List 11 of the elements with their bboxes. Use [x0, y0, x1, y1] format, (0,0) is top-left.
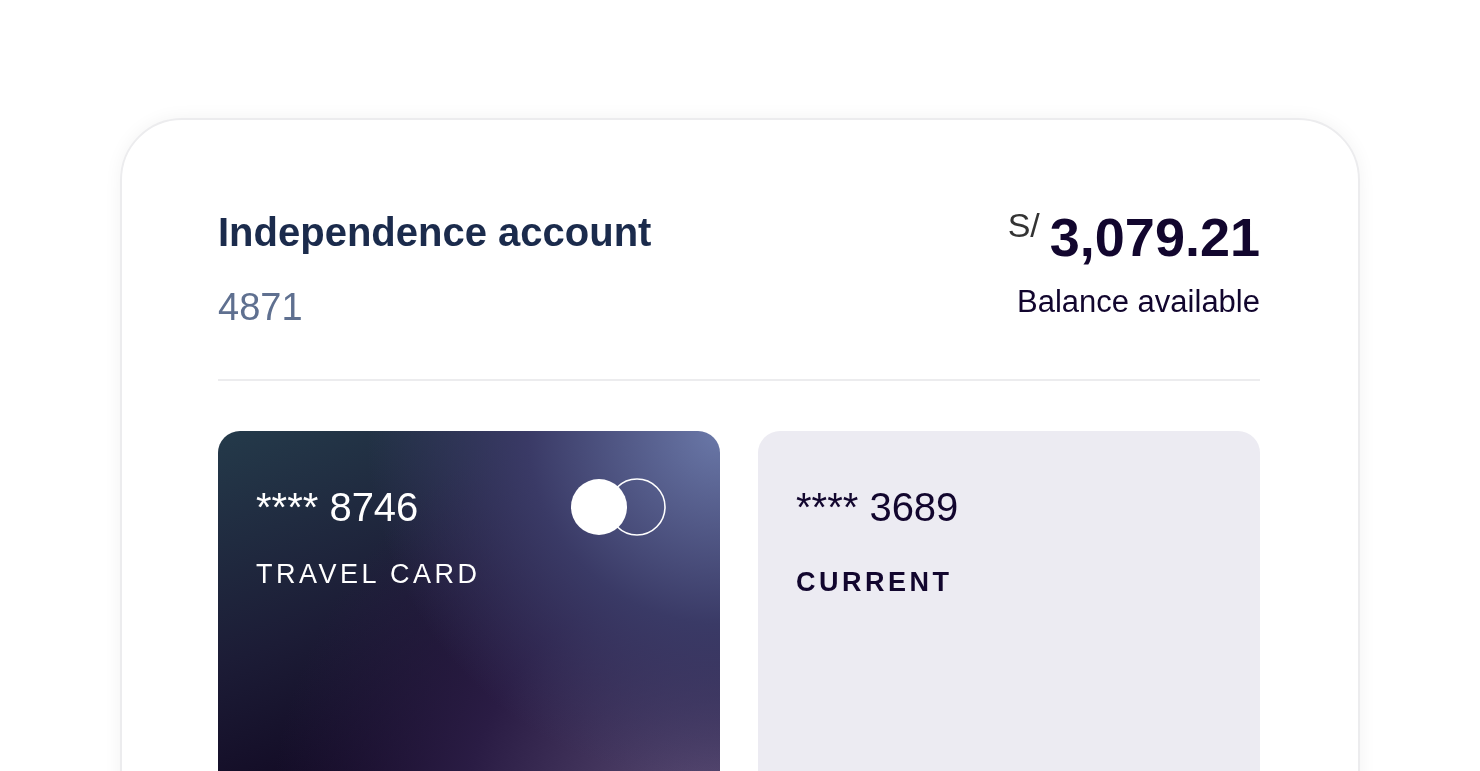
- card-number: **** 3689: [796, 484, 959, 530]
- bank-card[interactable]: **** 8746 TRAVEL CARD: [218, 431, 720, 771]
- bank-card[interactable]: **** 3689 CURRENT: [758, 431, 1260, 771]
- balance-amount: 3,079.21: [1049, 208, 1260, 266]
- card-number: **** 8746: [256, 484, 419, 530]
- balance-label: Balance available: [1016, 284, 1260, 320]
- card-label: CURRENT: [796, 567, 954, 598]
- currency-symbol: S/: [1007, 206, 1040, 245]
- card-label: TRAVEL CARD: [256, 559, 482, 590]
- account-number: 4871: [218, 286, 304, 329]
- account-title: Independence account: [218, 209, 652, 256]
